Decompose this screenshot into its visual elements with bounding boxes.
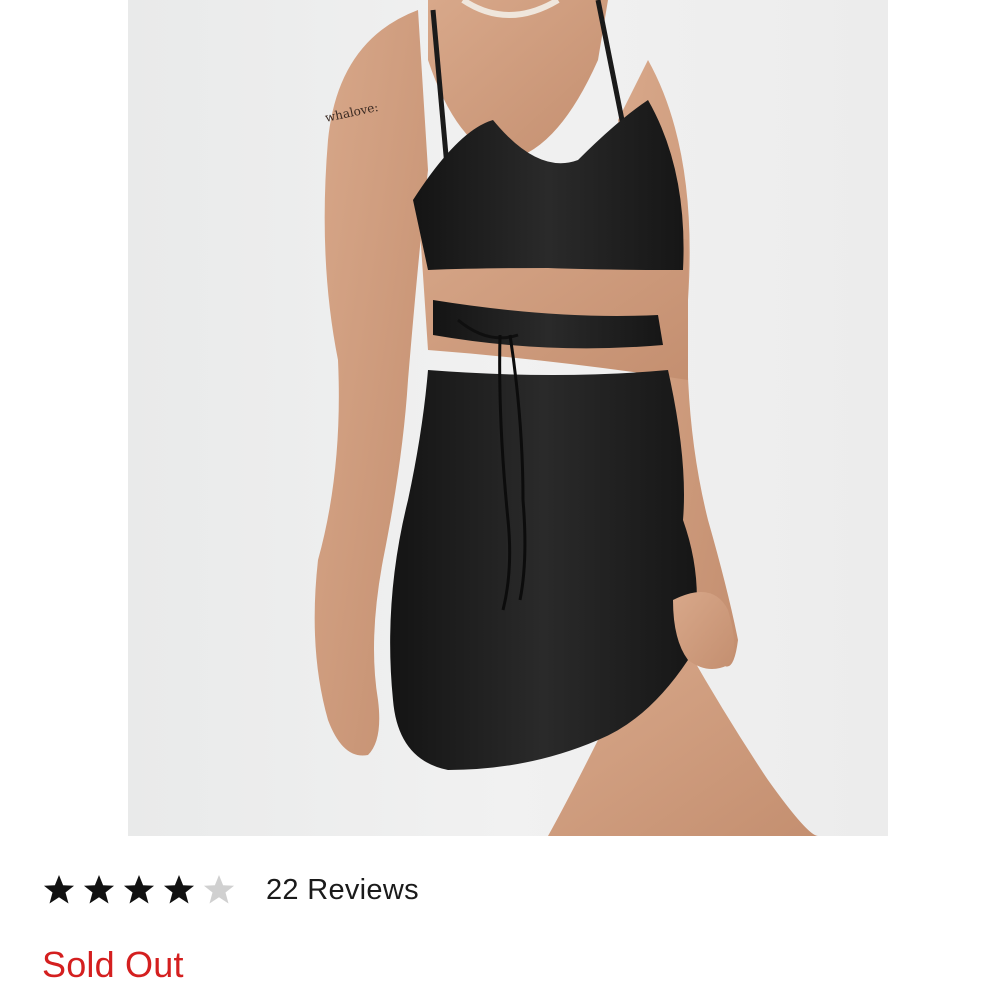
product-photo-illustration: whalove: [128,0,888,836]
reviews-link[interactable]: 22 Reviews [266,874,419,907]
star-filled-icon [40,871,78,909]
star-filled-icon [160,871,198,909]
rating-row[interactable]: 22 Reviews [40,866,419,914]
product-image[interactable]: whalove: [128,0,888,836]
star-rating [40,871,238,909]
sold-out-status: Sold Out [42,944,184,985]
star-empty-icon [200,871,238,909]
star-filled-icon [120,871,158,909]
product-page: whalove: 22 Reviews Sold Out [0,0,1000,1000]
star-filled-icon [80,871,118,909]
